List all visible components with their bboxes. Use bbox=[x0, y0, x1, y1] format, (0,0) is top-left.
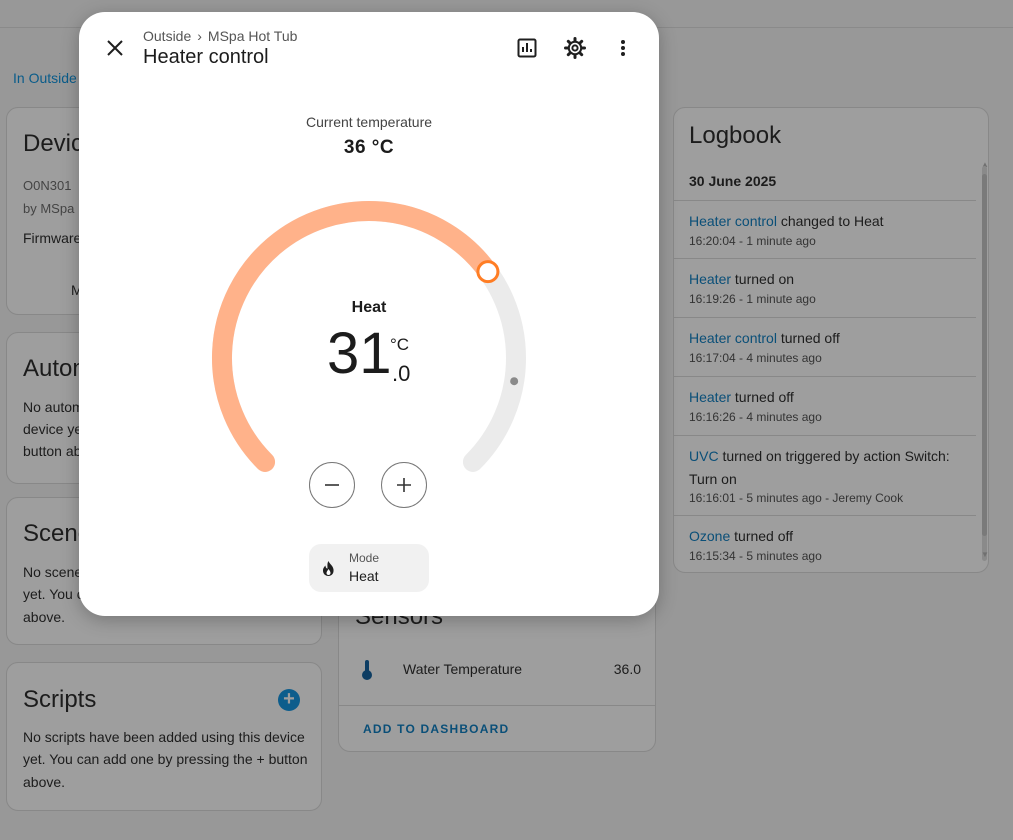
mode-label: Mode bbox=[349, 551, 380, 565]
logbook-message: changed to Heat bbox=[776, 213, 884, 229]
scenes-text-line: yet. You c bbox=[23, 586, 84, 602]
logbook-entry: Heater control changed to Heat 16:20:04 … bbox=[674, 200, 976, 258]
sensor-row-water-temperature[interactable]: Water Temperature 36.0 bbox=[339, 651, 657, 687]
scripts-card-title: Scripts bbox=[23, 686, 97, 713]
scripts-card: Scripts + No scripts have been added usi… bbox=[6, 662, 322, 811]
plus-icon bbox=[397, 478, 411, 492]
mode-value: Heat bbox=[349, 568, 379, 584]
target-temperature-decimal: .0 bbox=[392, 361, 411, 386]
target-temperature-integer: 31 bbox=[327, 321, 392, 386]
automations-text-line: device ye bbox=[23, 421, 83, 437]
logbook-message: turned off bbox=[730, 528, 794, 544]
hvac-mode-selector[interactable]: Mode Heat bbox=[309, 544, 429, 592]
logbook-entry: Heater turned on 16:19:26 - 1 minute ago bbox=[674, 258, 976, 317]
logbook-entry: Heater control turned off 16:17:04 - 4 m… bbox=[674, 317, 976, 376]
device-model: O0N301 bbox=[23, 178, 72, 193]
logbook-entity-link[interactable]: Heater control bbox=[689, 330, 777, 346]
logbook-message: turned off bbox=[776, 330, 840, 346]
breadcrumb-area-link[interactable]: In Outside bbox=[13, 70, 77, 86]
logbook-time: 16:15:34 - 5 minutes ago bbox=[689, 548, 822, 563]
add-to-dashboard-button[interactable]: ADD TO DASHBOARD bbox=[363, 722, 509, 736]
minus-icon bbox=[325, 484, 339, 486]
device-firmware: Firmware bbox=[23, 230, 82, 246]
scripts-text-line: above. bbox=[23, 774, 66, 790]
automations-text-line: button ab bbox=[23, 443, 82, 459]
sensor-value: 36.0 bbox=[613, 661, 641, 677]
dial-target-handle bbox=[476, 260, 500, 284]
logbook-message: turned off bbox=[731, 389, 794, 405]
automations-text-line: No autom bbox=[23, 399, 84, 415]
logbook-time: 16:19:26 - 1 minute ago bbox=[689, 291, 816, 306]
logbook-entity-link[interactable]: Heater control bbox=[689, 213, 777, 229]
divider bbox=[339, 705, 655, 706]
scripts-text-line: yet. You can add one by pressing the + b… bbox=[23, 751, 308, 767]
logbook-entity-link[interactable]: Ozone bbox=[689, 528, 730, 544]
logbook-message: turned on triggered by action Switch: Tu… bbox=[689, 448, 950, 487]
scripts-text-line: No scripts have been added using this de… bbox=[23, 729, 305, 745]
logbook-entry: UVC turned on triggered by action Switch… bbox=[674, 435, 976, 515]
logbook-entry: Heater turned off 16:16:26 - 4 minutes a… bbox=[674, 376, 976, 435]
logbook-list[interactable]: 30 June 2025 Heater control changed to H… bbox=[674, 163, 976, 570]
logbook-time: 16:17:04 - 4 minutes ago bbox=[689, 350, 822, 365]
logbook-time: 16:16:26 - 4 minutes ago bbox=[689, 409, 822, 424]
current-temperature-marker bbox=[510, 377, 519, 386]
scrollbar-thumb[interactable] bbox=[982, 174, 987, 536]
device-card-title: Devic bbox=[23, 130, 84, 157]
increase-temperature-button[interactable] bbox=[381, 462, 427, 508]
hvac-action-label: Heat bbox=[351, 299, 387, 316]
thermometer-icon bbox=[362, 660, 372, 680]
logbook-entity-link[interactable]: Heater bbox=[689, 271, 731, 287]
logbook-message: turned on bbox=[731, 271, 795, 287]
scenes-text-line: No scene bbox=[23, 564, 83, 580]
target-temperature-unit: °C bbox=[390, 335, 410, 354]
logbook-time: 16:16:01 - 5 minutes ago - Jeremy Cook bbox=[689, 491, 904, 505]
scroll-down-arrow-icon[interactable]: ▼ bbox=[981, 550, 989, 559]
more-info-dialog: Outside › MSpa Hot Tub Heater control Curr… bbox=[79, 12, 659, 616]
logbook-card: Logbook 30 June 2025 Heater control chan… bbox=[673, 107, 989, 573]
logbook-title: Logbook bbox=[689, 122, 782, 149]
logbook-time: 16:20:04 - 1 minute ago bbox=[689, 233, 816, 248]
logbook-entity-link[interactable]: Heater bbox=[689, 389, 731, 405]
logbook-date-header: 30 June 2025 bbox=[689, 173, 777, 189]
logbook-entity-link[interactable]: UVC bbox=[689, 448, 719, 464]
add-script-plus-circle-icon[interactable]: + bbox=[278, 689, 300, 711]
device-manufacturer: by MSpa bbox=[23, 201, 75, 216]
decrease-temperature-button[interactable] bbox=[309, 462, 355, 508]
sensor-name: Water Temperature bbox=[403, 661, 523, 677]
logbook-scrollbar[interactable] bbox=[982, 166, 987, 561]
logbook-entry: Ozone turned off 16:15:34 - 5 minutes ag… bbox=[674, 515, 976, 570]
fire-icon bbox=[323, 561, 334, 576]
scenes-text-line: above. bbox=[23, 609, 66, 625]
